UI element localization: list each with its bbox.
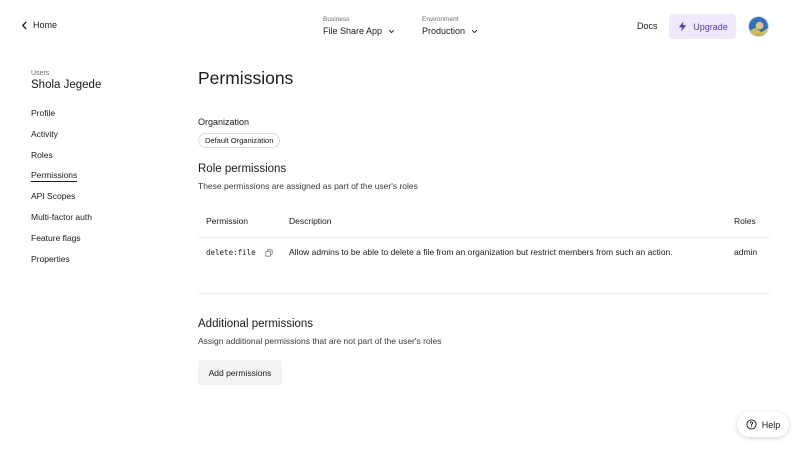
sidebar-item-properties[interactable]: Properties xyxy=(31,254,171,275)
top-bar: Home Business File Share App Environment… xyxy=(0,0,800,52)
user-name: Shola Jegede xyxy=(31,79,102,91)
sidebar-item-feature-flags[interactable]: Feature flags xyxy=(31,233,171,254)
sidebar-item-activity[interactable]: Activity xyxy=(31,129,171,150)
environment-caption: Environment xyxy=(422,16,459,23)
chevron-down-icon xyxy=(388,29,395,33)
organization-chip: Default Organization xyxy=(198,133,281,148)
sidebar-item-api-scopes[interactable]: API Scopes xyxy=(31,191,171,212)
sidebar-nav: Profile Activity Roles Permissions API S… xyxy=(31,108,171,274)
sidebar-caption: Users xyxy=(31,70,50,77)
copy-icon[interactable] xyxy=(265,249,273,257)
lightning-icon xyxy=(679,21,687,32)
home-link[interactable]: Home xyxy=(20,20,57,30)
chevron-down-icon xyxy=(471,29,478,33)
environment-selector[interactable]: Environment Production xyxy=(422,16,478,36)
docs-link[interactable]: Docs xyxy=(637,21,658,31)
help-label: Help xyxy=(761,419,781,430)
role-permissions-subtitle: These permissions are assigned as part o… xyxy=(198,181,418,191)
page-title: Permissions xyxy=(198,68,294,88)
permission-description: Allow admins to be able to delete a file… xyxy=(289,247,673,257)
upgrade-label: Upgrade xyxy=(693,21,728,32)
avatar[interactable] xyxy=(748,16,769,37)
table-divider xyxy=(198,237,770,238)
help-button[interactable]: Help xyxy=(737,412,789,437)
chevron-left-icon xyxy=(22,21,27,29)
permission-roles: admin xyxy=(734,247,758,257)
permission-key: delete:file xyxy=(206,248,256,257)
sidebar-item-roles[interactable]: Roles xyxy=(31,150,171,171)
question-circle-icon xyxy=(746,419,757,430)
business-value: File Share App xyxy=(323,26,383,36)
main-content: Permissions Organization Default Organiz… xyxy=(198,68,770,385)
business-caption: Business xyxy=(323,16,350,23)
column-header-description: Description xyxy=(289,216,332,226)
sidebar-item-permissions[interactable]: Permissions xyxy=(31,170,171,191)
column-header-roles: Roles xyxy=(734,216,756,226)
add-permissions-button[interactable]: Add permissions xyxy=(198,360,282,385)
home-label: Home xyxy=(33,20,58,30)
additional-permissions-subtitle: Assign additional permissions that are n… xyxy=(198,336,442,346)
upgrade-button[interactable]: Upgrade xyxy=(669,14,736,39)
avatar-image xyxy=(749,17,768,36)
column-header-permission: Permission xyxy=(206,216,249,226)
table-divider xyxy=(198,293,770,294)
sidebar-item-profile[interactable]: Profile xyxy=(31,108,171,129)
sidebar-item-multi-factor-auth[interactable]: Multi-factor auth xyxy=(31,212,171,233)
business-selector[interactable]: Business File Share App xyxy=(323,16,395,36)
sidebar: Users Shola Jegede Profile Activity Role… xyxy=(31,70,171,274)
additional-permissions-title: Additional permissions xyxy=(198,318,314,330)
organization-label: Organization xyxy=(198,117,250,127)
role-permissions-title: Role permissions xyxy=(198,163,287,175)
environment-value: Production xyxy=(422,26,466,36)
